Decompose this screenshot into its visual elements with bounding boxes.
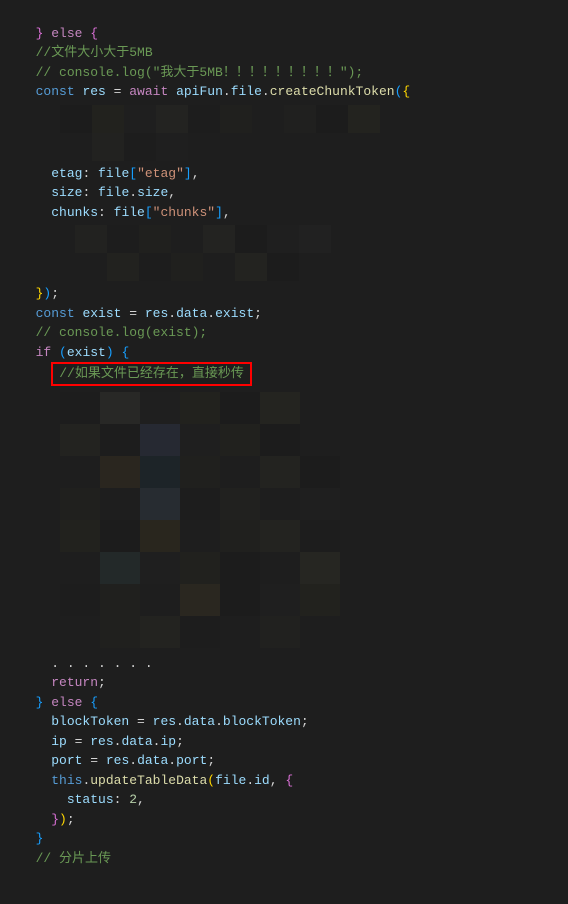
var-file: file (98, 166, 129, 181)
comment: // console.log(exist); (36, 325, 208, 340)
code-line: status: 2, (0, 790, 568, 810)
var-res: res (106, 753, 129, 768)
keyword-const: const (36, 84, 75, 99)
brace-close: } (36, 26, 44, 41)
code-line: return; (0, 673, 568, 693)
keyword-if: if (36, 345, 52, 360)
var-file: file (98, 185, 129, 200)
code-line: // 分片上传 (0, 849, 568, 869)
prop-data: data (121, 734, 152, 749)
prop-size: size (137, 185, 168, 200)
code-line: }); (0, 284, 568, 304)
var-res: res (90, 734, 113, 749)
prop-chunks: chunks (51, 205, 98, 220)
comment: // 分片上传 (36, 851, 111, 866)
var-ip: ip (51, 734, 67, 749)
prop-port: port (176, 753, 207, 768)
brace-open: { (90, 26, 98, 41)
code-line: const exist = res.data.exist; (0, 304, 568, 324)
code-line: }); (0, 810, 568, 830)
prop-id: id (254, 773, 270, 788)
var-blockToken: blockToken (51, 714, 129, 729)
num-2: 2 (129, 792, 137, 807)
func-createChunkToken: createChunkToken (270, 84, 395, 99)
var-file: file (215, 773, 246, 788)
code-line: //文件大小大于5MB (0, 43, 568, 63)
prop-size: size (51, 185, 82, 200)
prop-etag: etag (51, 166, 82, 181)
var-file: file (114, 205, 145, 220)
prop-ip: ip (160, 734, 176, 749)
var-res: res (82, 84, 105, 99)
var-port: port (51, 753, 82, 768)
code-line: chunks: file["chunks"], (0, 203, 568, 223)
prop-file: file (231, 84, 262, 99)
code-line: } else { (0, 693, 568, 713)
obscured-region (0, 222, 568, 284)
prop-status: status (67, 792, 114, 807)
code-line: blockToken = res.data.blockToken; (0, 712, 568, 732)
obscured-region (0, 386, 568, 654)
func-updateTableData: updateTableData (90, 773, 207, 788)
comment: //文件大小大于5MB (36, 45, 153, 60)
str-etag: "etag" (137, 166, 184, 181)
keyword-const: const (36, 306, 75, 321)
code-line: . . . . . . . (0, 654, 568, 674)
prop-data: data (137, 753, 168, 768)
code-line: // console.log(exist); (0, 323, 568, 343)
code-line: // console.log("我大于5MB！！！！！！！！！"); (0, 63, 568, 83)
prop-blockToken: blockToken (223, 714, 301, 729)
obj-apiFun: apiFun (176, 84, 223, 99)
var-exist: exist (67, 345, 106, 360)
keyword-else: else (51, 695, 82, 710)
code-line: } (0, 829, 568, 849)
code-line: ip = res.data.ip; (0, 732, 568, 752)
code-line: if (exist) { (0, 343, 568, 363)
code-line: size: file.size, (0, 183, 568, 203)
obscured-region (0, 102, 568, 164)
code-line: } else { (0, 4, 568, 43)
highlighted-comment: //如果文件已经存在，直接秒传 (51, 362, 252, 386)
var-res: res (145, 306, 168, 321)
comment: // console.log("我大于5MB！！！！！！！！！"); (36, 65, 364, 80)
code-line: port = res.data.port; (0, 751, 568, 771)
keyword-this: this (51, 773, 82, 788)
code-line: this.updateTableData(file.id, { (0, 771, 568, 791)
code-line: etag: file["etag"], (0, 164, 568, 184)
keyword-return: return (51, 675, 98, 690)
prop-exist: exist (215, 306, 254, 321)
code-line: //如果文件已经存在，直接秒传 (0, 362, 568, 386)
keyword-await: await (129, 84, 168, 99)
keyword-else: else (51, 26, 82, 41)
str-chunks: "chunks" (153, 205, 215, 220)
comment: //如果文件已经存在，直接秒传 (59, 366, 244, 381)
var-res: res (153, 714, 176, 729)
code-line: const res = await apiFun.file.createChun… (0, 82, 568, 102)
prop-data: data (176, 306, 207, 321)
prop-data: data (184, 714, 215, 729)
var-exist: exist (82, 306, 121, 321)
